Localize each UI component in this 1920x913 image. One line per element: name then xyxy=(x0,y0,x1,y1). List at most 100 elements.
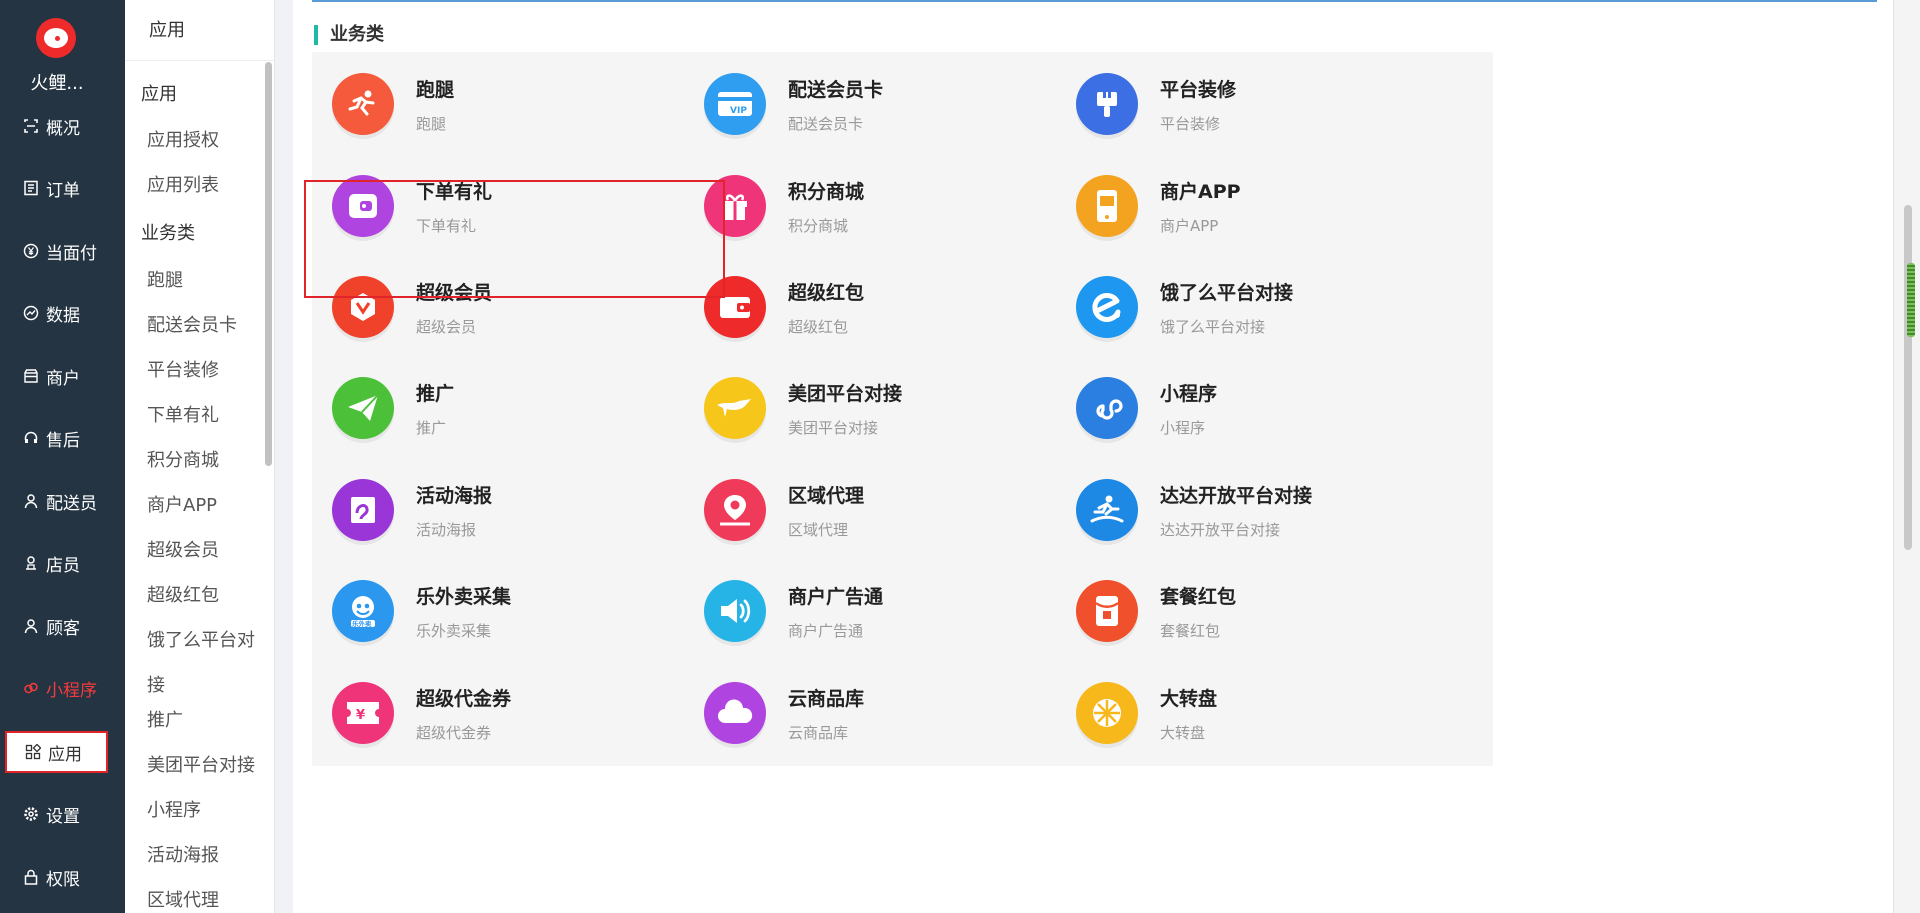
phone-app-icon xyxy=(1076,175,1138,237)
app-card-desc: 推广 xyxy=(416,419,447,437)
subnav-item-app-auth[interactable]: 应用授权 xyxy=(147,126,274,152)
app-card-desc: 超级会员 xyxy=(416,318,477,336)
cloud-icon xyxy=(704,682,766,744)
nav-item-merchant[interactable]: 商户 xyxy=(0,356,125,396)
app-card-title: 套餐红包 xyxy=(1160,586,1237,608)
section-title: 业务类 xyxy=(314,25,384,45)
envelope-icon xyxy=(1076,580,1138,642)
eleme-icon xyxy=(1076,276,1138,338)
subnav-scrollbar[interactable] xyxy=(265,62,272,466)
gear-icon xyxy=(22,805,40,823)
app-card-title: 商户广告通 xyxy=(788,586,884,608)
subnav-item-app-list[interactable]: 应用列表 xyxy=(147,171,274,197)
customer-icon xyxy=(22,617,40,635)
subnav-item-points-mall[interactable]: 积分商城 xyxy=(147,446,274,472)
nav-item-courier[interactable]: 配送员 xyxy=(0,481,125,521)
app-card-title: 区域代理 xyxy=(788,485,865,507)
app-card-desc: 超级代金券 xyxy=(416,724,492,742)
scrollbar-grip[interactable] xyxy=(1907,263,1915,337)
subnav-item-delivery-card[interactable]: 配送会员卡 xyxy=(147,311,274,337)
brand-logo[interactable] xyxy=(36,18,76,58)
sub-sidebar: 应用 应用 应用授权 应用列表 业务类 跑腿 配送会员卡 平台装修 下单有礼 积… xyxy=(125,0,275,913)
nav-item-settings[interactable]: 设置 xyxy=(0,794,125,834)
nav-item-apps[interactable]: 应用 xyxy=(5,731,108,773)
headset-icon xyxy=(22,429,40,447)
nav-item-orders[interactable]: 订单 xyxy=(0,168,125,208)
nav-item-permissions[interactable]: 权限 xyxy=(0,857,125,897)
user-icon xyxy=(22,492,40,510)
app-card-title: 活动海报 xyxy=(416,485,493,507)
paint-brush-icon xyxy=(1076,73,1138,135)
app-card-title: 商户APP xyxy=(1160,181,1241,203)
chart-icon xyxy=(22,304,40,322)
app-card-desc: 平台装修 xyxy=(1160,115,1221,133)
lewaimai-icon: 乐外卖 xyxy=(332,580,394,642)
paper-plane-icon xyxy=(332,377,394,439)
overview-icon xyxy=(22,117,40,135)
nav-item-after-sale[interactable]: 售后 xyxy=(0,418,125,458)
subnav-item-eleme[interactable]: 饿了么平台对 xyxy=(147,626,274,652)
subnav-item-promotion[interactable]: 推广 xyxy=(147,706,274,732)
app-card-title: 达达开放平台对接 xyxy=(1160,485,1313,507)
app-card-title: 积分商城 xyxy=(788,181,865,203)
app-card-desc: 跑腿 xyxy=(416,115,447,133)
miniprogram-icon xyxy=(1076,377,1138,439)
dada-icon xyxy=(1076,479,1138,541)
nav-item-face-pay[interactable]: 当面付 xyxy=(0,231,125,271)
app-card-title: 乐外卖采集 xyxy=(416,586,512,608)
app-card-desc: 乐外卖采集 xyxy=(416,622,492,640)
app-card[interactable]: 平台装修 平台装修 xyxy=(1056,52,1493,157)
nav-item-data[interactable]: 数据 xyxy=(0,293,125,333)
app-card[interactable]: 达达开放平台对接 达达开放平台对接 xyxy=(1056,458,1493,563)
app-card[interactable]: 商户APP 商户APP xyxy=(1056,154,1493,259)
main-sidebar: 火鲤... 概况 订单 当面付 数据 商户 售后 配送员 店员 顾客 小程序 应… xyxy=(0,0,125,913)
app-card-desc: 积分商城 xyxy=(788,217,849,235)
subnav-item-miniprogram[interactable]: 小程序 xyxy=(147,796,274,822)
nav-item-overview[interactable]: 概况 xyxy=(0,106,125,146)
app-card-desc: 云商品库 xyxy=(788,724,849,742)
app-card[interactable]: 饿了么平台对接 饿了么平台对接 xyxy=(1056,255,1493,360)
subnav-item-super-member[interactable]: 超级会员 xyxy=(147,536,274,562)
nav-item-staff[interactable]: 店员 xyxy=(0,543,125,583)
main-content: 业务类 跑腿 跑腿 VIP 配送会员卡 配送会员卡 平台装修 平台装修 下单有礼 下单有礼 积分商… xyxy=(293,0,1893,913)
highlight-box xyxy=(304,180,725,298)
subnav-group-apps[interactable]: 应用 xyxy=(141,80,274,106)
miniapp-icon xyxy=(22,679,40,697)
subnav-group-business[interactable]: 业务类 xyxy=(141,219,274,245)
yen-icon xyxy=(22,242,40,260)
subnav-item-super-redpacket[interactable]: 超级红包 xyxy=(147,581,274,607)
top-divider xyxy=(312,0,1877,2)
app-card-desc: 配送会员卡 xyxy=(788,115,864,133)
app-card-desc: 达达开放平台对接 xyxy=(1160,521,1281,539)
app-card-desc: 套餐红包 xyxy=(1160,622,1221,640)
svg-text:VIP: VIP xyxy=(730,106,747,116)
page-scrollbar[interactable] xyxy=(1893,0,1920,913)
svg-text:¥: ¥ xyxy=(356,708,365,723)
scrollbar-thumb[interactable] xyxy=(1904,205,1912,550)
subnav-item-errand[interactable]: 跑腿 xyxy=(147,266,274,292)
subnav-item-eleme-wrap[interactable]: 接 xyxy=(147,671,274,697)
app-card-desc: 活动海报 xyxy=(416,521,477,539)
nav-item-customer[interactable]: 顾客 xyxy=(0,606,125,646)
app-card-desc: 美团平台对接 xyxy=(788,419,879,437)
app-card-title: 小程序 xyxy=(1160,383,1218,405)
order-icon xyxy=(22,179,40,197)
app-card-desc: 区域代理 xyxy=(788,521,849,539)
app-card-title: 推广 xyxy=(416,383,455,405)
subnav-item-region-agent[interactable]: 区域代理 xyxy=(147,886,274,912)
subnav-item-decoration[interactable]: 平台装修 xyxy=(147,356,274,382)
app-card-desc: 超级红包 xyxy=(788,318,849,336)
app-card[interactable]: 小程序 小程序 xyxy=(1056,356,1493,461)
app-card[interactable]: 套餐红包 套餐红包 xyxy=(1056,559,1493,664)
location-icon xyxy=(704,479,766,541)
wheel-icon xyxy=(1076,682,1138,744)
speaker-icon xyxy=(704,580,766,642)
subnav-item-merchant-app[interactable]: 商户APP xyxy=(147,491,274,517)
nav-item-miniapp[interactable]: 小程序 xyxy=(0,668,125,708)
app-card-title: 超级红包 xyxy=(788,282,865,304)
subnav-item-meituan[interactable]: 美团平台对接 xyxy=(147,751,274,777)
app-card[interactable]: 大转盘 大转盘 xyxy=(1056,661,1493,766)
store-icon xyxy=(22,367,40,385)
subnav-item-order-gift[interactable]: 下单有礼 xyxy=(147,401,274,427)
subnav-item-poster[interactable]: 活动海报 xyxy=(147,841,274,867)
